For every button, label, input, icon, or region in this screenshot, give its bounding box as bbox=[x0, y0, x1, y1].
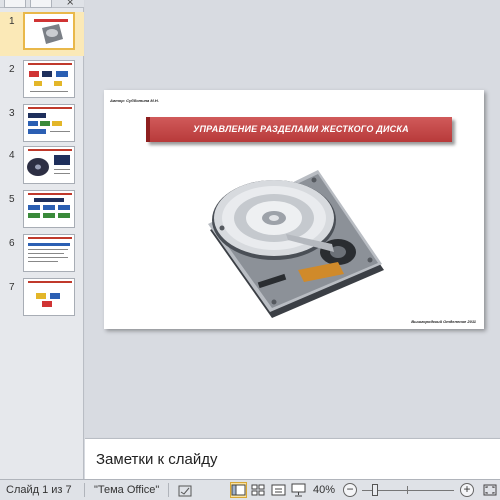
zoom-level[interactable]: 40% bbox=[313, 484, 335, 496]
slide-title-box[interactable]: УПРАВЛЕНИЕ РАЗДЕЛАМИ ЖЕСТКОГО ДИСКА bbox=[146, 117, 452, 142]
thumbnail-number: 2 bbox=[9, 64, 15, 75]
tab-slides[interactable] bbox=[4, 0, 26, 8]
thumbnail-preview bbox=[23, 104, 75, 142]
slide-editing-area: Автор: Субботина М.Н. УПРАВЛЕНИЕ РАЗДЕЛА… bbox=[85, 0, 500, 437]
current-slide[interactable]: Автор: Субботина М.Н. УПРАВЛЕНИЕ РАЗДЕЛА… bbox=[104, 90, 484, 329]
thumbnail-number: 7 bbox=[9, 282, 15, 293]
zoom-out-button[interactable]: − bbox=[343, 483, 357, 497]
thumbnail-slide-7[interactable]: 7 bbox=[0, 278, 84, 322]
thumbnail-slide-4[interactable]: 4 bbox=[0, 146, 84, 190]
spellcheck-icon[interactable] bbox=[178, 484, 196, 498]
thumbnail-number: 6 bbox=[9, 238, 15, 249]
thumbnail-preview bbox=[23, 12, 75, 50]
slideshow-view-button[interactable] bbox=[290, 482, 307, 498]
thumbnail-preview bbox=[23, 190, 75, 228]
fit-to-window-button[interactable] bbox=[482, 482, 498, 498]
normal-view-button[interactable] bbox=[230, 482, 247, 498]
thumbnail-number: 5 bbox=[9, 194, 15, 205]
thumbnail-number: 3 bbox=[9, 108, 15, 119]
theme-name[interactable]: "Тема Office" bbox=[94, 484, 159, 496]
pane-tabs: × bbox=[0, 0, 84, 8]
thumbnail-preview bbox=[23, 278, 75, 316]
slides-thumbnail-pane: × 1 2 3 4 5 6 7 bbox=[0, 0, 84, 479]
slide-sorter-view-button[interactable] bbox=[250, 482, 267, 498]
zoom-in-button[interactable]: + bbox=[460, 483, 474, 497]
zoom-slider-midpoint bbox=[407, 486, 408, 494]
hard-drive-image[interactable] bbox=[198, 152, 386, 318]
zoom-slider-handle[interactable] bbox=[372, 484, 378, 496]
thumbnail-preview bbox=[23, 146, 75, 184]
slide-title: УПРАВЛЕНИЕ РАЗДЕЛАМИ ЖЕСТКОГО ДИСКА bbox=[193, 124, 409, 134]
close-icon[interactable]: × bbox=[66, 0, 74, 8]
status-divider bbox=[84, 483, 85, 497]
status-bar: Слайд 1 из 7 "Тема Office" 40% − + bbox=[0, 479, 500, 500]
thumbnail-slide-5[interactable]: 5 bbox=[0, 190, 84, 234]
thumbnail-slide-6[interactable]: 6 bbox=[0, 234, 84, 278]
thumbnail-number: 4 bbox=[9, 150, 15, 161]
thumbnail-preview bbox=[23, 234, 75, 272]
thumbnail-number: 1 bbox=[9, 16, 15, 27]
author-label[interactable]: Автор: Субботина М.Н. bbox=[110, 98, 159, 103]
tab-outline[interactable] bbox=[30, 0, 52, 8]
thumbnail-preview bbox=[23, 60, 75, 98]
thumbnail-slide-1[interactable]: 1 bbox=[0, 12, 84, 56]
status-divider bbox=[168, 483, 169, 497]
thumbnail-slide-3[interactable]: 3 bbox=[0, 104, 84, 148]
reading-view-button[interactable] bbox=[270, 482, 287, 498]
credit-label[interactable]: Вышгородский Отделение 2011 bbox=[411, 319, 476, 324]
notes-pane[interactable]: Заметки к слайду bbox=[85, 438, 500, 479]
slide-counter: Слайд 1 из 7 bbox=[6, 484, 72, 496]
notes-placeholder[interactable]: Заметки к слайду bbox=[96, 451, 218, 468]
thumbnail-slide-2[interactable]: 2 bbox=[0, 60, 84, 104]
